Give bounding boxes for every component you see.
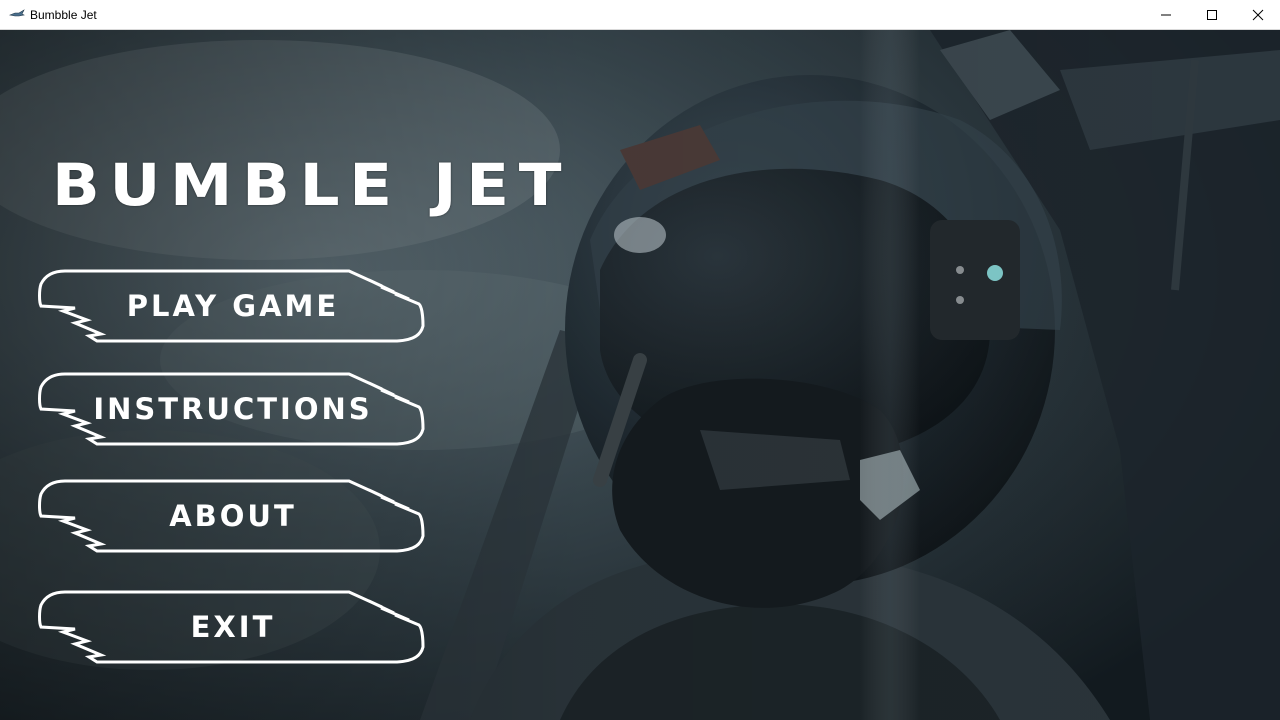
jet-icon	[9, 9, 25, 17]
window-title: Bumbble Jet	[30, 8, 97, 22]
about-label: ABOUT	[169, 499, 297, 533]
title-bar[interactable]: Bumbble Jet	[0, 0, 1280, 30]
close-button[interactable]	[1235, 0, 1280, 30]
about-button[interactable]: ABOUT	[37, 478, 427, 554]
close-icon	[1252, 9, 1264, 21]
minimize-button[interactable]	[1143, 0, 1189, 30]
minimize-icon	[1161, 14, 1171, 16]
maximize-button[interactable]	[1189, 0, 1235, 30]
game-title: BUMBLE JET	[52, 151, 572, 219]
play-game-label: PLAY GAME	[126, 289, 340, 323]
play-game-button[interactable]: PLAY GAME	[37, 268, 427, 344]
exit-label: EXIT	[190, 610, 276, 644]
instructions-label: INSTRUCTIONS	[93, 392, 373, 426]
exit-button[interactable]: EXIT	[37, 589, 427, 665]
instructions-button[interactable]: INSTRUCTIONS	[37, 371, 427, 447]
maximize-icon	[1207, 10, 1217, 20]
game-window: Bumbble Jet BUMBLE JET PLAY GAME INSTRUC…	[0, 0, 1280, 720]
